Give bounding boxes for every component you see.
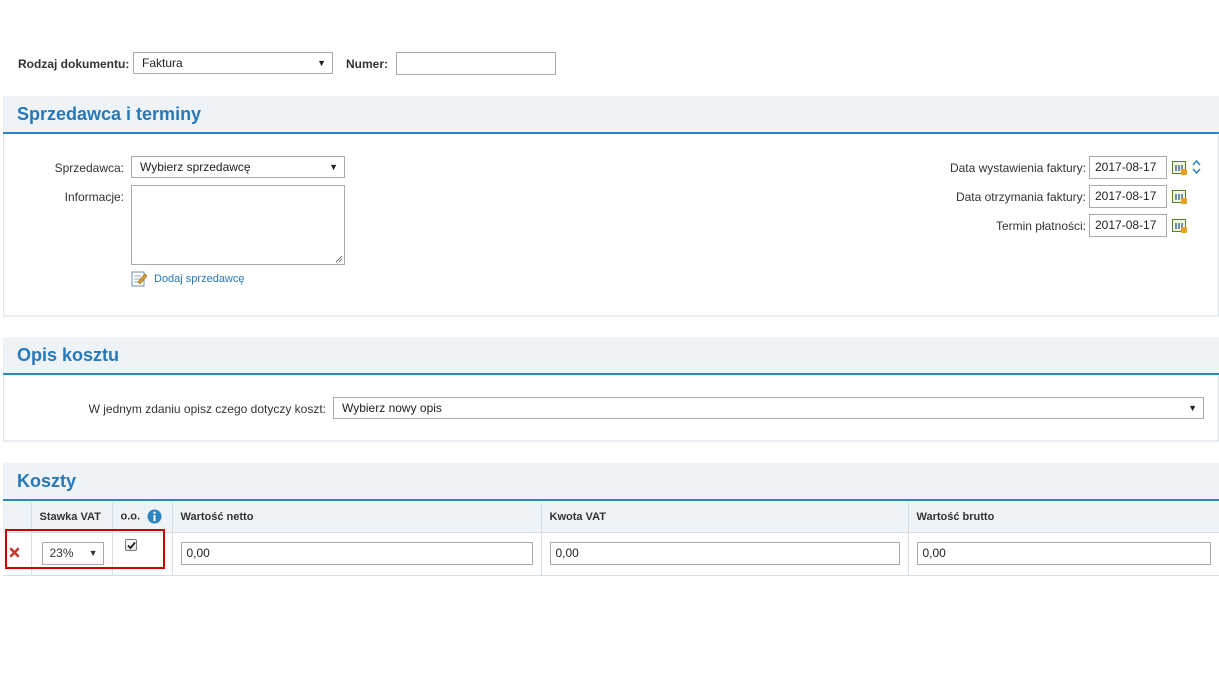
receipt-date-field[interactable]: 2017-08-17 [1089, 185, 1167, 208]
net-column-header: Wartość netto [171, 502, 541, 533]
payment-due-label: Termin płatności: [995, 219, 1086, 233]
number-field[interactable] [396, 52, 556, 75]
seller-section-title: Sprzedawca i terminy [17, 104, 202, 124]
delete-row-icon[interactable] [9, 547, 20, 558]
chevron-down-icon: ▼ [317, 58, 326, 68]
vat-rate-value: 23% [49, 546, 74, 560]
calendar-icon[interactable] [1172, 161, 1187, 175]
oo-column-label: o.o. [120, 510, 141, 523]
costs-title: Koszty [17, 471, 77, 491]
net-value-input[interactable]: 0,00 [180, 542, 533, 565]
info-textarea[interactable] [131, 185, 345, 265]
chevron-down-icon: ▼ [88, 548, 98, 558]
seller-select-value: Wybierz sprzedawcę [140, 160, 251, 174]
gross-value-input[interactable]: 0,00 [916, 542, 1211, 565]
info-icon[interactable] [147, 509, 162, 524]
sort-arrows-icon[interactable] [1192, 160, 1201, 174]
calendar-icon[interactable] [1172, 190, 1187, 204]
add-seller-link[interactable]: Dodaj sprzedawcę [154, 273, 245, 285]
cost-description-title: Opis kosztu [17, 345, 120, 365]
oo-column-header: o.o. [111, 502, 172, 533]
chevron-down-icon: ▼ [1188, 403, 1197, 413]
seller-select[interactable]: Wybierz sprzedawcę ▼ [131, 156, 345, 178]
issue-date-label: Data wystawienia faktury: [949, 161, 1086, 175]
cost-description-select[interactable]: Wybierz nowy opis ▼ [333, 397, 1204, 419]
costs-header: Koszty [3, 463, 1219, 501]
resize-handle-icon[interactable] [335, 255, 343, 263]
number-label: Numer: [346, 57, 389, 71]
doc-type-select[interactable]: Faktura ▼ [133, 52, 333, 74]
chevron-down-icon: ▼ [329, 162, 338, 172]
cost-description-header: Opis kosztu [3, 337, 1219, 375]
cost-description-prompt: W jednym zdaniu opisz czego dotyczy kosz… [88, 402, 326, 416]
issue-date-field[interactable]: 2017-08-17 [1089, 156, 1167, 179]
receipt-date-label: Data otrzymania faktury: [955, 190, 1086, 204]
info-label: Informacje: [64, 190, 124, 204]
vat-amount-input[interactable]: 0,00 [549, 542, 900, 565]
add-seller-icon[interactable] [131, 270, 148, 287]
payment-due-field[interactable]: 2017-08-17 [1089, 214, 1167, 237]
checkmark-icon [126, 541, 136, 549]
vat-rate-select[interactable]: 23% ▼ [41, 542, 104, 565]
table-row: 23% ▼ 0,00 0,00 0,00 [3, 532, 1219, 576]
vat-rate-column-header: Stawka VAT [30, 502, 112, 533]
costs-table-header-row: Stawka VAT o.o. Wartość netto Kwota VAT … [3, 502, 1219, 533]
cost-description-select-value: Wybierz nowy opis [342, 401, 442, 415]
doc-type-label: Rodzaj dokumentu: [18, 57, 130, 71]
seller-section-header: Sprzedawca i terminy [3, 96, 1219, 134]
oo-checkbox[interactable] [124, 538, 137, 551]
seller-label: Sprzedawca: [54, 161, 124, 175]
costs-table: Stawka VAT o.o. Wartość netto Kwota VAT … [3, 502, 1219, 576]
gross-column-header: Wartość brutto [907, 502, 1219, 533]
vat-amount-column-header: Kwota VAT [540, 502, 908, 533]
doc-type-value: Faktura [142, 56, 183, 70]
calendar-icon[interactable] [1172, 219, 1187, 233]
